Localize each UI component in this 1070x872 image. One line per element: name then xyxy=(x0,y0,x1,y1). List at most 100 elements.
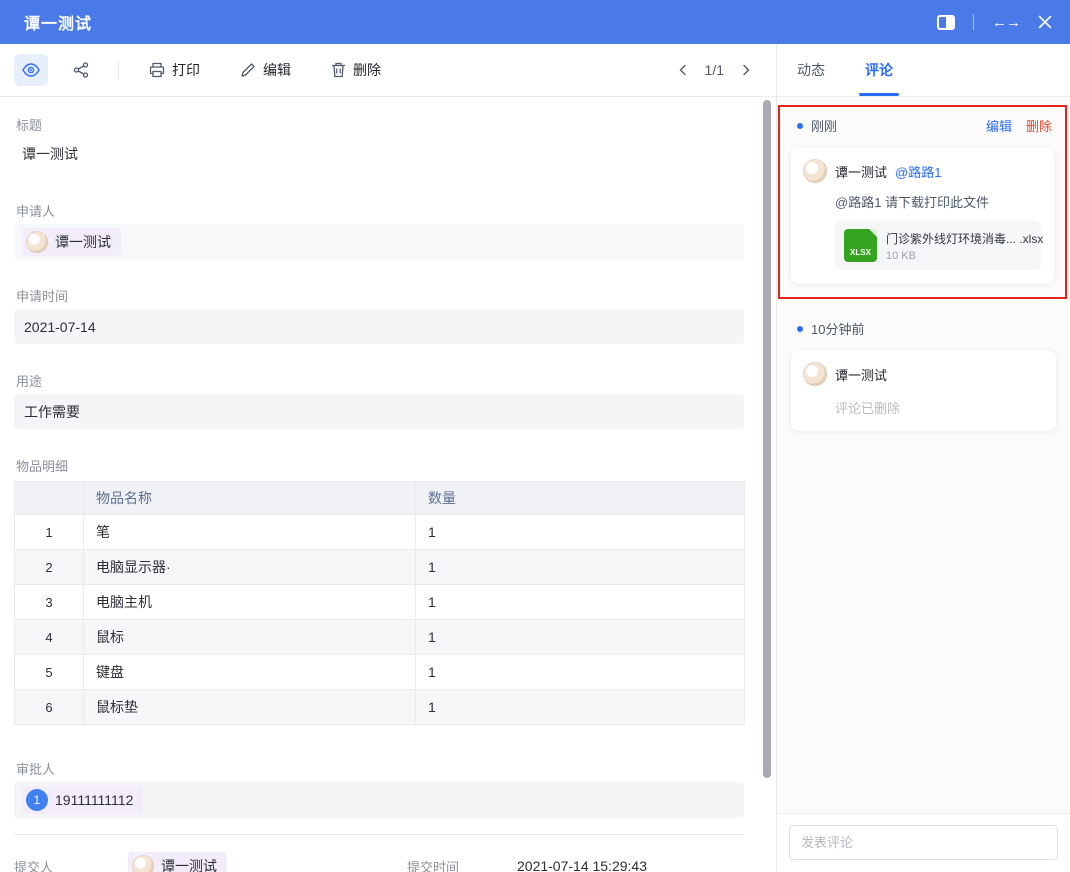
comment-author: 谭一测试 xyxy=(835,162,887,181)
toolbar-actions: 打印 编辑 删除 xyxy=(141,54,389,86)
row-index: 2 xyxy=(15,550,84,585)
tab-activity[interactable]: 动态 xyxy=(793,60,829,96)
comment-time: 刚刚 xyxy=(811,116,837,135)
item-qty: 1 xyxy=(416,620,745,655)
tab-comments[interactable]: 评论 xyxy=(861,60,897,96)
table-row: 1笔1 xyxy=(15,515,745,550)
print-button[interactable]: 打印 xyxy=(141,54,208,86)
comment-delete-link[interactable]: 删除 xyxy=(1026,116,1052,135)
col-header-index xyxy=(15,482,84,515)
expand-horizontal-icon[interactable]: ←→ xyxy=(992,14,1020,31)
item-name: 鼠标垫 xyxy=(84,690,416,725)
items-table-header: 物品名称 数量 xyxy=(15,482,745,515)
table-row: 3电脑主机1 xyxy=(15,585,745,620)
avatar xyxy=(803,159,827,183)
avatar xyxy=(803,362,827,386)
row-index: 1 xyxy=(15,515,84,550)
titlebar-actions: ←→ xyxy=(937,14,1052,31)
share-icon xyxy=(73,62,89,78)
row-index: 4 xyxy=(15,620,84,655)
section-divider xyxy=(14,834,744,835)
close-icon[interactable] xyxy=(1038,15,1052,29)
submitter-name: 谭一测试 xyxy=(161,856,217,872)
comment-group-older: 10分钟前 谭一测试 评论已删除 xyxy=(777,309,1070,447)
comment-header: 刚刚 编辑 删除 xyxy=(791,116,1054,135)
field-value-title: 谭一测试 xyxy=(22,144,744,166)
item-name: 鼠标 xyxy=(84,620,416,655)
attachment-filename: 门诊紫外线灯环境消毒... .xlsx xyxy=(886,230,1032,247)
approver-tag[interactable]: 1 19111111112 xyxy=(22,786,143,814)
panel-tabs: 动态 评论 xyxy=(777,44,1070,97)
field-value-purpose: 工作需要 xyxy=(14,394,744,429)
applicant-tag[interactable]: 谭一测试 xyxy=(22,228,121,256)
titlebar-divider xyxy=(973,14,974,30)
submitter-label: 提交人 xyxy=(14,857,128,872)
attachment-card[interactable]: XLSX 门诊紫外线灯环境消毒... .xlsx 10 KB xyxy=(835,221,1041,270)
submit-time-label: 提交时间 xyxy=(407,857,517,872)
comment-card: 谭一测试 @路路1 @路路1 请下载打印此文件 XLSX 门诊紫外线灯环境消毒.… xyxy=(791,147,1054,284)
approval-detail-window: 谭一测试 ←→ xyxy=(0,0,1070,872)
table-row: 2电脑显示器·1 xyxy=(15,550,745,585)
row-index: 5 xyxy=(15,655,84,690)
approver-order-badge: 1 xyxy=(26,789,48,811)
edit-label: 编辑 xyxy=(263,60,291,80)
comment-mention[interactable]: @路路1 xyxy=(895,162,941,181)
avatar xyxy=(132,855,154,872)
item-qty: 1 xyxy=(416,585,745,620)
attachment-size: 10 KB xyxy=(886,250,1032,262)
field-label-items: 物品明细 xyxy=(16,456,744,475)
scrollbar-thumb[interactable] xyxy=(763,100,771,778)
share-button[interactable] xyxy=(64,54,98,86)
item-name: 键盘 xyxy=(84,655,416,690)
table-row: 6鼠标垫1 xyxy=(15,690,745,725)
item-name: 电脑显示器· xyxy=(84,550,416,585)
comment-input[interactable] xyxy=(789,825,1058,860)
window-body: 打印 编辑 删除 xyxy=(0,44,1070,872)
delete-label: 删除 xyxy=(353,60,381,80)
comment-time: 10分钟前 xyxy=(811,319,864,338)
items-table: 物品名称 数量 1笔1 2电脑显示器·1 3电脑主机1 4鼠标1 5键盘1 6鼠… xyxy=(14,481,745,725)
comment-card: 谭一测试 评论已删除 xyxy=(791,350,1056,431)
document-pane: 打印 编辑 删除 xyxy=(0,44,777,872)
edit-button[interactable]: 编辑 xyxy=(232,54,299,86)
field-applicant-row: 谭一测试 xyxy=(14,224,744,260)
field-label-applicant: 申请人 xyxy=(16,201,744,220)
comment-actions: 编辑 删除 xyxy=(986,116,1052,135)
comment-author: 谭一测试 xyxy=(835,365,887,384)
field-label-approver: 审批人 xyxy=(16,759,744,778)
comment-author-row: 谭一测试 xyxy=(803,362,1044,386)
print-label: 打印 xyxy=(172,60,200,80)
item-qty: 1 xyxy=(416,550,745,585)
prev-page-button[interactable] xyxy=(675,62,691,78)
comment-text: @路路1 请下载打印此文件 xyxy=(835,192,1042,211)
printer-icon xyxy=(149,62,165,78)
col-header-qty: 数量 xyxy=(416,482,745,515)
row-index: 6 xyxy=(15,690,84,725)
field-value-apply-time: 2021-07-14 xyxy=(14,309,744,344)
comment-group-recent: 刚刚 编辑 删除 谭一测试 @路路1 @路路1 请下载打印此文件 xyxy=(778,105,1067,299)
comment-edit-link[interactable]: 编辑 xyxy=(986,116,1012,135)
timeline-dot-icon xyxy=(797,123,803,129)
preview-button[interactable] xyxy=(14,54,48,86)
trash-icon xyxy=(331,62,346,78)
xlsx-file-icon: XLSX xyxy=(844,229,877,262)
col-header-name: 物品名称 xyxy=(84,482,416,515)
scrollbar-track[interactable] xyxy=(763,100,771,872)
submitter-tag[interactable]: 谭一测试 xyxy=(128,852,227,872)
next-page-button[interactable] xyxy=(738,62,754,78)
table-row: 5键盘1 xyxy=(15,655,745,690)
pagination: 1/1 xyxy=(675,62,754,78)
comment-header: 10分钟前 xyxy=(791,319,1056,338)
applicant-name: 谭一测试 xyxy=(55,232,111,252)
row-index: 3 xyxy=(15,585,84,620)
eye-icon xyxy=(22,63,40,77)
page-indicator: 1/1 xyxy=(705,62,724,78)
comment-composer xyxy=(777,813,1070,872)
window-title: 谭一测试 xyxy=(24,10,92,34)
item-name: 笔 xyxy=(84,515,416,550)
toolbar-divider xyxy=(118,61,119,79)
approver-name: 19111111112 xyxy=(55,792,133,808)
side-panel-toggle-icon[interactable] xyxy=(937,15,955,30)
delete-button[interactable]: 删除 xyxy=(323,54,389,86)
field-label-title: 标题 xyxy=(16,115,744,134)
